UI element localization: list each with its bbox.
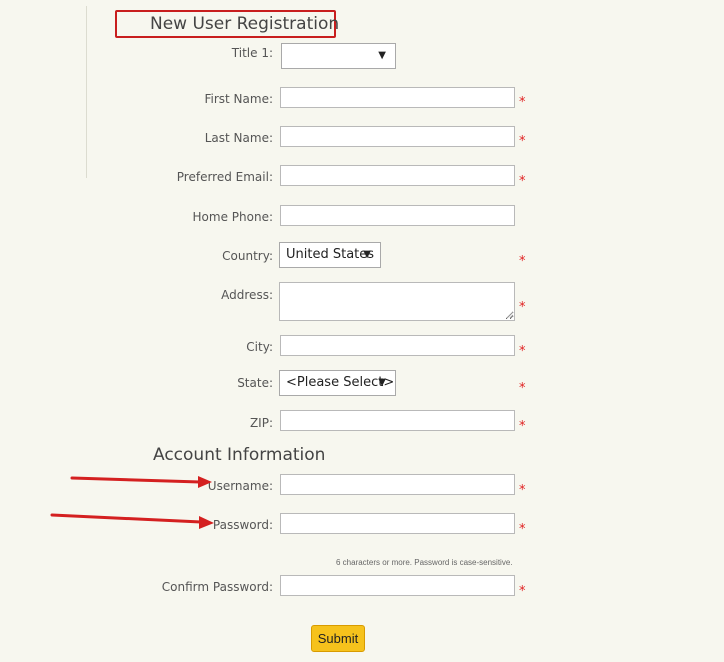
red-arrow-icon bbox=[50, 513, 214, 529]
resize-grip-icon bbox=[506, 311, 514, 319]
red-arrow-icon bbox=[70, 476, 212, 488]
annotation-arrows bbox=[50, 311, 514, 529]
